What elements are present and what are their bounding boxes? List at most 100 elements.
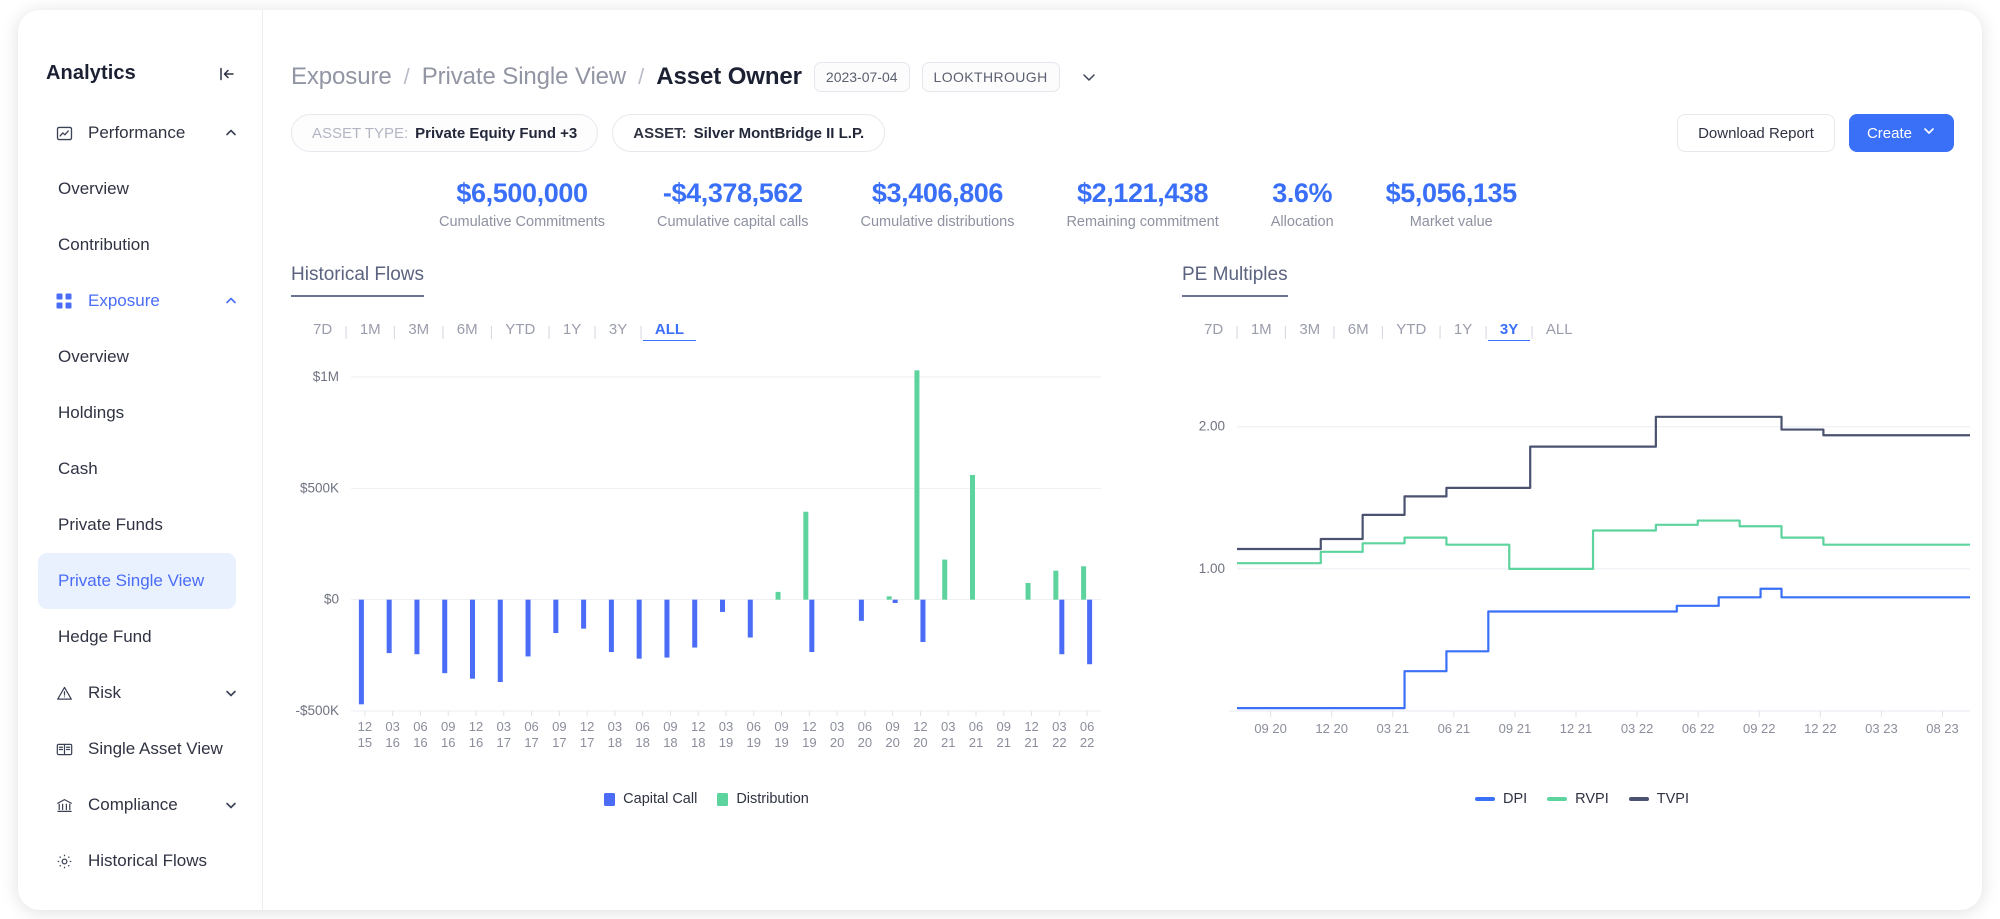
range-7d[interactable]: 7D (1192, 321, 1235, 341)
asset-filter-chip[interactable]: ASSET: Silver MontBridge II L.P. (612, 114, 886, 152)
dpi-swatch (1475, 797, 1495, 801)
range-3y[interactable]: 3Y (597, 321, 639, 341)
book-open-icon (54, 739, 74, 759)
historical-flows-title[interactable]: Historical Flows (291, 264, 425, 297)
kpi-label: Cumulative capital calls (657, 214, 809, 230)
svg-text:17: 17 (580, 735, 594, 750)
svg-text:12: 12 (580, 719, 594, 734)
page-title: Asset Owner (656, 63, 802, 90)
svg-text:16: 16 (413, 735, 427, 750)
sidebar-item-private-funds[interactable]: Private Funds (38, 497, 236, 553)
range-1y[interactable]: 1Y (1442, 321, 1484, 341)
svg-text:12: 12 (469, 719, 483, 734)
range-3m[interactable]: 3M (396, 321, 441, 341)
sidebar-item-contribution[interactable]: Contribution (38, 217, 236, 273)
kpi-cumulative-commitments: $6,500,000 Cumulative Commitments (413, 178, 631, 230)
legend-label: Distribution (736, 791, 809, 807)
sidebar-item-performance-overview[interactable]: Overview (38, 161, 236, 217)
create-button-label: Create (1866, 124, 1912, 142)
range-3m[interactable]: 3M (1287, 321, 1332, 341)
svg-text:20: 20 (913, 735, 927, 750)
historical-flows-range-selector: 7D | 1M | 3M | 6M | YTD | 1Y | 3Y | ALL (291, 321, 1122, 341)
svg-text:22: 22 (1080, 735, 1094, 750)
chevron-down-icon[interactable] (224, 686, 238, 700)
download-report-button[interactable]: Download Report (1677, 114, 1835, 152)
svg-text:12: 12 (358, 719, 372, 734)
sidebar-group-historical-flows[interactable]: Historical Flows (18, 833, 262, 889)
sidebar-item-exposure-overview[interactable]: Overview (38, 329, 236, 385)
range-1m[interactable]: 1M (348, 321, 393, 341)
legend-item-distribution[interactable]: Distribution (717, 791, 809, 807)
legend-item-dpi[interactable]: DPI (1475, 791, 1527, 807)
sidebar-item-private-single-view[interactable]: Private Single View (38, 553, 236, 609)
kpi-label: Remaining commitment (1066, 214, 1219, 230)
pe-multiples-svg: 2.00 1.00 09 20 12 20 03 21 06 21 09 21 12 21 03… (1199, 415, 1970, 736)
svg-text:16: 16 (469, 735, 483, 750)
asset-type-value: Private Equity Fund +3 (415, 124, 578, 142)
sidebar-item-holdings[interactable]: Holdings (38, 385, 236, 441)
svg-text:1.00: 1.00 (1199, 561, 1225, 576)
svg-text:$0: $0 (324, 592, 339, 607)
range-7d[interactable]: 7D (301, 321, 344, 341)
date-pill[interactable]: 2023-07-04 (813, 62, 910, 92)
kpi-cumulative-capital-calls: -$4,378,562 Cumulative capital calls (631, 178, 835, 230)
range-ytd[interactable]: YTD (1384, 321, 1438, 341)
svg-text:03 21: 03 21 (1376, 721, 1409, 736)
chevron-down-icon[interactable] (1080, 68, 1098, 86)
svg-text:09: 09 (441, 719, 455, 734)
sidebar-group-label: Performance (88, 123, 186, 142)
range-6m[interactable]: 6M (445, 321, 490, 341)
kpi-label: Allocation (1270, 214, 1334, 230)
range-all[interactable]: ALL (642, 321, 697, 341)
svg-text:18: 18 (608, 735, 622, 750)
svg-text:06: 06 (413, 719, 427, 734)
asset-type-filter-chip[interactable]: ASSET TYPE: Private Equity Fund +3 (291, 114, 599, 152)
range-6m[interactable]: 6M (1336, 321, 1381, 341)
range-1y[interactable]: 1Y (551, 321, 593, 341)
sidebar-title: Analytics (46, 62, 136, 84)
historical-flows-plot: $1M $500K $0 -$500K 12 15 03 16 06 16 09 16 12 16 03 17… (291, 361, 1122, 781)
kpi-value: 3.6% (1272, 178, 1333, 208)
svg-text:20: 20 (885, 735, 899, 750)
pe-multiples-legend: DPI RVPI TVPI (1182, 791, 1982, 807)
svg-text:06: 06 (635, 719, 649, 734)
legend-label: DPI (1503, 791, 1528, 807)
chevron-up-icon[interactable] (224, 294, 238, 308)
range-3y[interactable]: 3Y (1487, 321, 1531, 341)
breadcrumb: Exposure / Private Single View / Asset O… (263, 10, 1982, 92)
range-ytd[interactable]: YTD (493, 321, 547, 341)
chevron-down-icon[interactable] (224, 798, 238, 812)
kpi-cumulative-distributions: $3,406,806 Cumulative distributions (835, 178, 1041, 230)
sidebar-item-cash[interactable]: Cash (38, 441, 236, 497)
kpi-remaining-commitment: $2,121,438 Remaining commitment (1040, 178, 1244, 230)
svg-text:12: 12 (691, 719, 705, 734)
legend-item-tvpi[interactable]: TVPI (1628, 791, 1689, 807)
range-1m[interactable]: 1M (1239, 321, 1284, 341)
legend-item-capital-call[interactable]: Capital Call (604, 791, 697, 807)
legend-item-rvpi[interactable]: RVPI (1547, 791, 1609, 807)
range-all[interactable]: ALL (1534, 321, 1585, 341)
kpi-allocation: 3.6% Allocation (1245, 178, 1360, 230)
sidebar-group-single-asset-view[interactable]: Single Asset View (18, 721, 262, 777)
svg-text:08 23: 08 23 (1926, 721, 1959, 736)
sidebar-group-exposure[interactable]: Exposure (18, 273, 262, 329)
svg-text:12: 12 (913, 719, 927, 734)
chevron-up-icon[interactable] (224, 126, 238, 140)
breadcrumb-item-private-single-view[interactable]: Private Single View (422, 63, 627, 91)
svg-text:09 21: 09 21 (1499, 721, 1532, 736)
svg-text:18: 18 (691, 735, 705, 750)
sidebar-item-hedge-fund[interactable]: Hedge Fund (38, 609, 236, 665)
lookthrough-pill[interactable]: LOOKTHROUGH (921, 62, 1060, 92)
svg-text:09 22: 09 22 (1743, 721, 1776, 736)
filter-bar: ASSET TYPE: Private Equity Fund +3 ASSET… (263, 92, 1982, 152)
create-button[interactable]: Create (1848, 114, 1954, 152)
kpi-value: $5,056,135 (1385, 178, 1518, 208)
collapse-panel-icon[interactable] (218, 65, 236, 83)
tvpi-swatch (1628, 797, 1649, 801)
breadcrumb-item-exposure[interactable]: Exposure (291, 63, 392, 91)
sidebar-group-risk[interactable]: Risk (18, 665, 262, 721)
sidebar-group-compliance[interactable]: Compliance (18, 777, 262, 833)
main-content: Exposure / Private Single View / Asset O… (263, 10, 1982, 910)
pe-multiples-title[interactable]: PE Multiples (1182, 264, 1288, 297)
sidebar-group-performance[interactable]: Performance (18, 105, 262, 161)
